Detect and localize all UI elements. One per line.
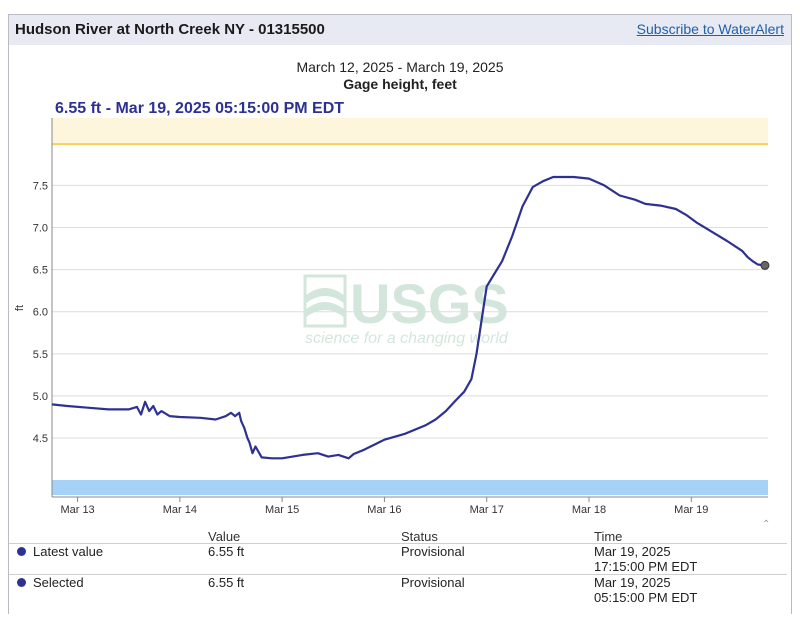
row-time-date: Mar 19, 2025 [594, 544, 671, 559]
x-tick-label: Mar 15 [265, 504, 299, 516]
row-time-date: Mar 19, 2025 [594, 575, 671, 590]
x-tick-label: Mar 18 [572, 504, 606, 516]
collapse-chevron-up-icon[interactable]: ⌃ [762, 519, 770, 530]
lower-band [52, 480, 768, 495]
row-label: Latest value [33, 544, 104, 559]
x-tick-label: Mar 16 [367, 504, 401, 516]
y-tick-label: 4.5 [33, 433, 48, 445]
y-tick-label: 6.5 [33, 265, 48, 277]
latest-value-marker[interactable] [760, 260, 770, 270]
series-dot-icon [17, 578, 26, 587]
row-status: Provisional [401, 544, 465, 559]
row-time-clock: 17:15:00 PM EDT [594, 559, 698, 574]
column-header-status: Status [401, 529, 438, 544]
row-value: 6.55 ft [208, 575, 245, 590]
y-axis-label: ft [14, 305, 26, 311]
y-tick-label: 7.0 [33, 222, 48, 234]
column-header-time: Time [594, 529, 623, 544]
y-tick-label: 6.0 [33, 307, 48, 319]
threshold-band [52, 118, 768, 145]
chart-gridlines [52, 184, 768, 439]
y-tick-label: 5.0 [33, 391, 48, 403]
x-tick-label: Mar 19 [674, 504, 708, 516]
y-tick-label: 7.5 [33, 180, 48, 192]
row-label: Selected [33, 575, 84, 590]
x-tick-label: Mar 13 [60, 504, 94, 516]
row-value: 6.55 ft [208, 544, 245, 559]
usgs-logo-icon [303, 274, 347, 328]
series-dot-icon [17, 547, 26, 556]
row-status: Provisional [401, 575, 465, 590]
x-tick-label: Mar 17 [470, 504, 504, 516]
y-axis-ticks: 4.5 5.0 5.5 6.0 6.5 7.0 7.5 [33, 180, 48, 445]
y-tick-label: 5.5 [33, 349, 48, 361]
column-header-value: Value [208, 529, 241, 544]
row-time-clock: 05:15:00 PM EDT [594, 590, 698, 605]
x-axis-ticks: Mar 13 Mar 14 Mar 15 Mar 16 Mar 17 Mar 18 Mar … [60, 497, 708, 516]
x-tick-label: Mar 14 [163, 504, 197, 516]
hydrograph-chart[interactable]: USGS science for a changing world 4.55.0… [0, 0, 800, 520]
